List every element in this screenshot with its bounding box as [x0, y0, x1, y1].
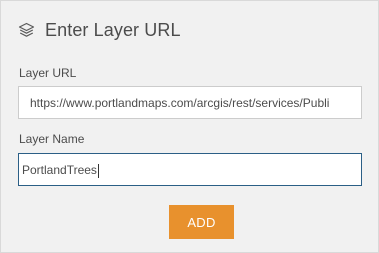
layers-icon — [17, 21, 36, 40]
text-cursor — [97, 163, 99, 178]
layer-url-input[interactable]: https://www.portlandmaps.com/arcgis/rest… — [18, 86, 362, 119]
layer-name-label: Layer Name — [19, 132, 85, 146]
layer-url-label: Layer URL — [19, 66, 77, 80]
panel-header: Enter Layer URL — [17, 18, 181, 42]
layer-name-input[interactable]: PortlandTrees — [18, 153, 362, 186]
add-layer-panel: Enter Layer URL Layer URL https://www.po… — [0, 0, 379, 253]
layer-name-value: PortlandTrees — [22, 163, 97, 177]
add-button[interactable]: ADD — [169, 205, 234, 239]
panel-title: Enter Layer URL — [45, 19, 181, 40]
